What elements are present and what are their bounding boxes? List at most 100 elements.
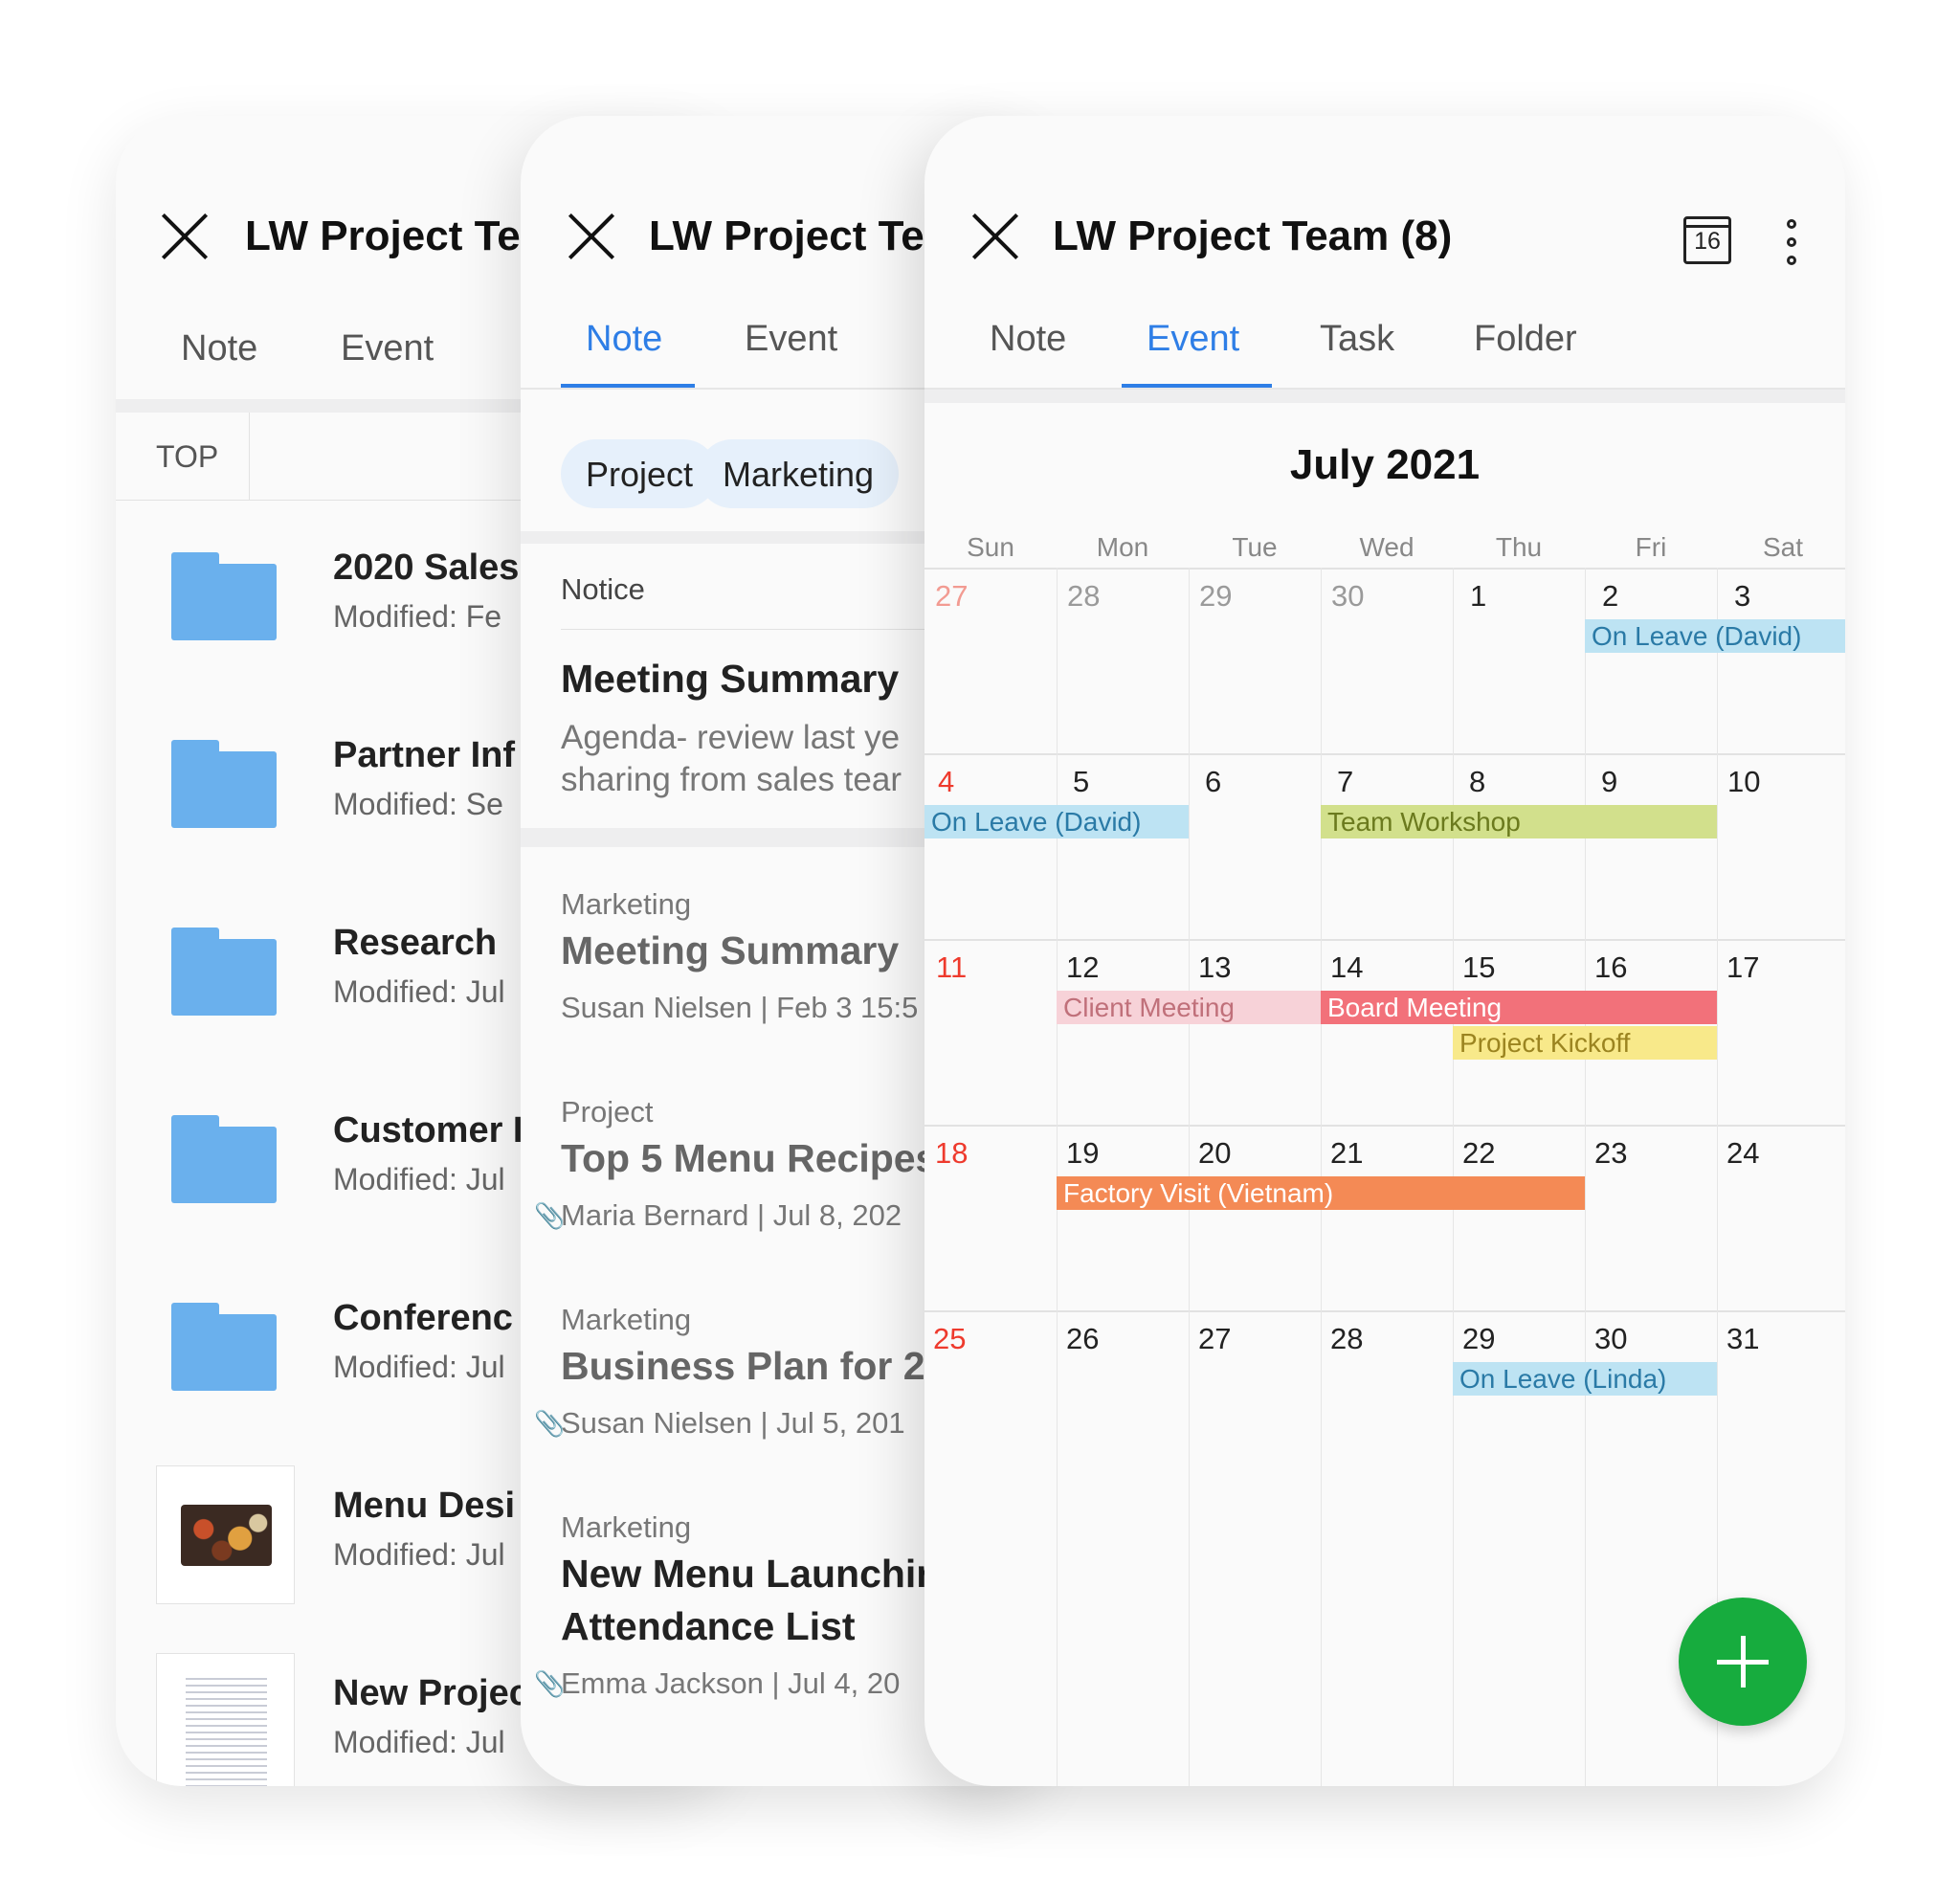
calendar-event[interactable]: On Leave (David) bbox=[924, 805, 1189, 838]
day-number[interactable]: 14 bbox=[1330, 950, 1363, 985]
notice-title[interactable]: Meeting Summary bbox=[561, 657, 899, 702]
note-title[interactable]: New Menu Launching bbox=[561, 1552, 964, 1597]
day-number[interactable]: 10 bbox=[1727, 765, 1760, 799]
weekday-label: Sat bbox=[1762, 532, 1804, 562]
image-thumbnail[interactable] bbox=[156, 1465, 295, 1604]
day-number[interactable]: 16 bbox=[1594, 950, 1627, 985]
page-title: LW Project Tea bbox=[649, 212, 948, 259]
file-title[interactable]: Menu Desi bbox=[333, 1486, 515, 1527]
day-number[interactable]: 30 bbox=[1331, 579, 1364, 614]
day-number[interactable]: 31 bbox=[1726, 1322, 1759, 1356]
day-number[interactable]: 22 bbox=[1462, 1136, 1495, 1171]
folder-modified: Modified: Jul bbox=[333, 1350, 505, 1384]
tab-task[interactable]: Task bbox=[1320, 319, 1394, 360]
day-number[interactable]: 7 bbox=[1337, 765, 1353, 799]
note-meta: Susan Nielsen | Feb 3 15:5 bbox=[561, 991, 919, 1024]
more-options-icon[interactable] bbox=[1785, 219, 1798, 265]
weekday-label: Sun bbox=[967, 532, 1014, 562]
folder-title[interactable]: Customer I bbox=[333, 1110, 523, 1151]
close-icon[interactable] bbox=[160, 212, 210, 261]
close-icon[interactable] bbox=[567, 212, 616, 261]
day-number[interactable]: 24 bbox=[1726, 1136, 1759, 1171]
calendar-event[interactable]: Project Kickoff bbox=[1453, 1026, 1717, 1060]
folder-title[interactable]: Conferenc bbox=[333, 1298, 513, 1339]
note-category: Marketing bbox=[561, 887, 692, 921]
day-number[interactable]: 17 bbox=[1726, 950, 1759, 985]
day-number[interactable]: 27 bbox=[1198, 1322, 1231, 1356]
weekday-label: Wed bbox=[1359, 532, 1414, 562]
day-number[interactable]: 29 bbox=[1199, 579, 1232, 614]
document-thumbnail[interactable] bbox=[156, 1653, 295, 1786]
calendar-event[interactable]: On Leave (Linda) bbox=[1453, 1362, 1717, 1396]
day-number[interactable]: 11 bbox=[936, 950, 967, 985]
day-number[interactable]: 3 bbox=[1734, 579, 1750, 614]
close-icon[interactable] bbox=[970, 212, 1020, 261]
folder-modified: Modified: Jul bbox=[333, 974, 505, 1009]
folder-icon bbox=[171, 928, 277, 1016]
week-separator bbox=[924, 568, 1845, 570]
day-number[interactable]: 18 bbox=[935, 1136, 968, 1171]
day-number[interactable]: 5 bbox=[1073, 765, 1089, 799]
day-number[interactable]: 23 bbox=[1594, 1136, 1627, 1171]
day-number[interactable]: 6 bbox=[1205, 765, 1221, 799]
note-meta: Susan Nielsen | Jul 5, 201 bbox=[561, 1406, 905, 1440]
day-number[interactable]: 27 bbox=[935, 579, 968, 614]
day-number[interactable]: 25 bbox=[933, 1322, 966, 1356]
day-number[interactable]: 28 bbox=[1067, 579, 1100, 614]
calendar-event[interactable]: Client Meeting bbox=[1057, 991, 1321, 1024]
note-meta: Maria Bernard | Jul 8, 202 bbox=[561, 1198, 902, 1232]
weekday-label: Fri bbox=[1635, 532, 1667, 562]
day-number[interactable]: 2 bbox=[1602, 579, 1618, 614]
day-number[interactable]: 29 bbox=[1462, 1322, 1495, 1356]
month-title: July 2021 bbox=[1289, 441, 1481, 488]
weekday-label: Mon bbox=[1096, 532, 1149, 562]
folder-title[interactable]: Partner Inf bbox=[333, 735, 515, 776]
day-number[interactable]: 28 bbox=[1330, 1322, 1363, 1356]
note-title[interactable]: Meeting Summary bbox=[561, 928, 899, 973]
calendar-event[interactable]: On Leave (David) bbox=[1585, 619, 1845, 653]
folder-title[interactable]: Research bbox=[333, 923, 497, 964]
tab-event[interactable]: Event bbox=[1147, 319, 1239, 360]
day-number[interactable]: 15 bbox=[1462, 950, 1495, 985]
day-number[interactable]: 19 bbox=[1066, 1136, 1099, 1171]
day-number[interactable]: 26 bbox=[1066, 1322, 1099, 1356]
folder-icon bbox=[171, 740, 277, 828]
calendar-grid: 27 28 29 30 1 2 3 4 5 6 7 8 9 10 11 12 1… bbox=[924, 568, 1845, 1786]
note-category: Marketing bbox=[561, 1303, 692, 1336]
filter-chip-project[interactable]: Project bbox=[561, 439, 719, 508]
week-separator bbox=[924, 1125, 1845, 1127]
day-separator bbox=[1585, 568, 1586, 1786]
file-modified: Modified: Jul bbox=[333, 1537, 505, 1572]
tab-note[interactable]: Note bbox=[181, 328, 257, 369]
day-number[interactable]: 9 bbox=[1601, 765, 1617, 799]
add-event-button[interactable] bbox=[1679, 1598, 1807, 1726]
calendar-event[interactable]: Factory Visit (Vietnam) bbox=[1057, 1176, 1585, 1210]
top-button[interactable]: TOP bbox=[116, 413, 250, 501]
tab-note[interactable]: Note bbox=[586, 319, 662, 360]
folder-icon bbox=[171, 552, 277, 640]
folder-icon bbox=[171, 1303, 277, 1391]
note-title[interactable]: Business Plan for 20 bbox=[561, 1344, 947, 1389]
folder-modified: Modified: Fe bbox=[333, 599, 502, 634]
day-number[interactable]: 20 bbox=[1198, 1136, 1231, 1171]
day-number[interactable]: 12 bbox=[1066, 950, 1099, 985]
filter-chip-marketing[interactable]: Marketing bbox=[698, 439, 900, 508]
day-number[interactable]: 13 bbox=[1198, 950, 1231, 985]
tab-note[interactable]: Note bbox=[990, 319, 1066, 360]
note-title[interactable]: Top 5 Menu Recipes bbox=[561, 1136, 937, 1181]
tab-folder[interactable]: Folder bbox=[1474, 319, 1577, 360]
tab-event[interactable]: Event bbox=[341, 328, 434, 369]
tab-event[interactable]: Event bbox=[745, 319, 837, 360]
calendar-icon[interactable]: 16 bbox=[1683, 216, 1731, 264]
calendar-event[interactable]: Team Workshop bbox=[1321, 805, 1717, 838]
file-title[interactable]: New Projec bbox=[333, 1673, 529, 1714]
folder-title[interactable]: 2020 Sales bbox=[333, 548, 519, 589]
day-number[interactable]: 4 bbox=[938, 765, 954, 799]
note-title[interactable]: Attendance List bbox=[561, 1604, 856, 1649]
folder-modified: Modified: Jul bbox=[333, 1162, 505, 1196]
day-number[interactable]: 1 bbox=[1470, 579, 1486, 614]
calendar-event[interactable]: Board Meeting bbox=[1321, 991, 1717, 1024]
day-number[interactable]: 8 bbox=[1469, 765, 1485, 799]
day-number[interactable]: 21 bbox=[1330, 1136, 1363, 1171]
day-number[interactable]: 30 bbox=[1594, 1322, 1627, 1356]
